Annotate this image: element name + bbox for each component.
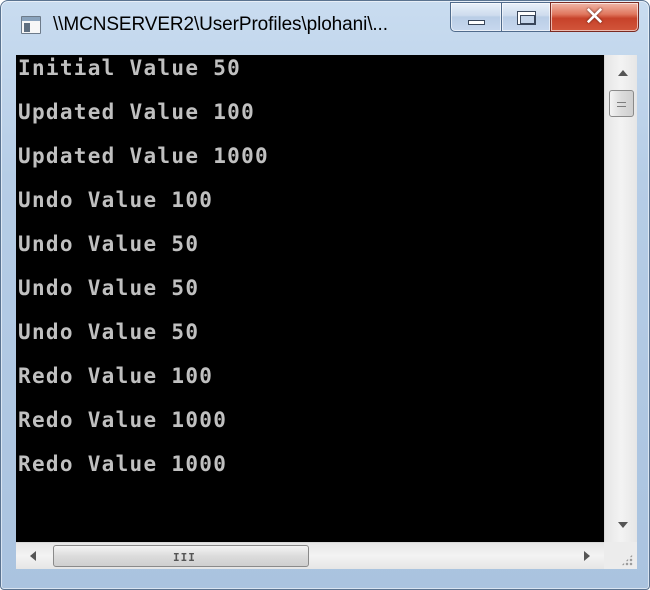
maximize-icon bbox=[517, 11, 536, 25]
close-button[interactable]: ✕ bbox=[550, 2, 639, 32]
scroll-up-arrow-icon[interactable] bbox=[618, 70, 628, 76]
scroll-down-arrow-icon[interactable] bbox=[618, 522, 628, 528]
vertical-scrollbar[interactable] bbox=[604, 55, 637, 542]
scroll-grip-icon: III bbox=[173, 551, 196, 564]
maximize-button[interactable] bbox=[501, 2, 551, 32]
console-line: Updated Value 1000 bbox=[18, 144, 269, 168]
console-line: Undo Value 100 bbox=[18, 188, 214, 212]
console-output[interactable]: Initial Value 50 Updated Value 100 Updat… bbox=[16, 55, 604, 542]
console-line: Initial Value 50 bbox=[18, 56, 242, 80]
console-window: \\MCNSERVER2\UserProfiles\plohani\... ✕ … bbox=[0, 0, 650, 590]
window-title: \\MCNSERVER2\UserProfiles\plohani\... bbox=[53, 14, 388, 35]
console-line: Undo Value 50 bbox=[18, 276, 200, 300]
close-icon: ✕ bbox=[583, 2, 606, 32]
minimize-button[interactable] bbox=[450, 2, 502, 32]
console-line: Undo Value 50 bbox=[18, 320, 200, 344]
console-window-icon[interactable] bbox=[21, 16, 41, 34]
title-bar[interactable]: \\MCNSERVER2\UserProfiles\plohani\... ✕ bbox=[1, 1, 649, 51]
console-line: Redo Value 1000 bbox=[18, 452, 228, 476]
horizontal-scrollbar[interactable]: III bbox=[16, 542, 604, 569]
vertical-scroll-thumb[interactable] bbox=[609, 90, 634, 117]
console-line: Redo Value 1000 bbox=[18, 408, 228, 432]
horizontal-scroll-thumb[interactable]: III bbox=[53, 545, 309, 567]
console-line: Updated Value 100 bbox=[18, 100, 256, 124]
console-line: Redo Value 100 bbox=[18, 364, 214, 388]
console-line: Undo Value 50 bbox=[18, 232, 200, 256]
minimize-icon bbox=[468, 20, 485, 25]
scroll-left-arrow-icon[interactable] bbox=[30, 551, 36, 561]
scroll-right-arrow-icon[interactable] bbox=[584, 551, 590, 561]
resize-grip-icon[interactable] bbox=[604, 542, 637, 569]
